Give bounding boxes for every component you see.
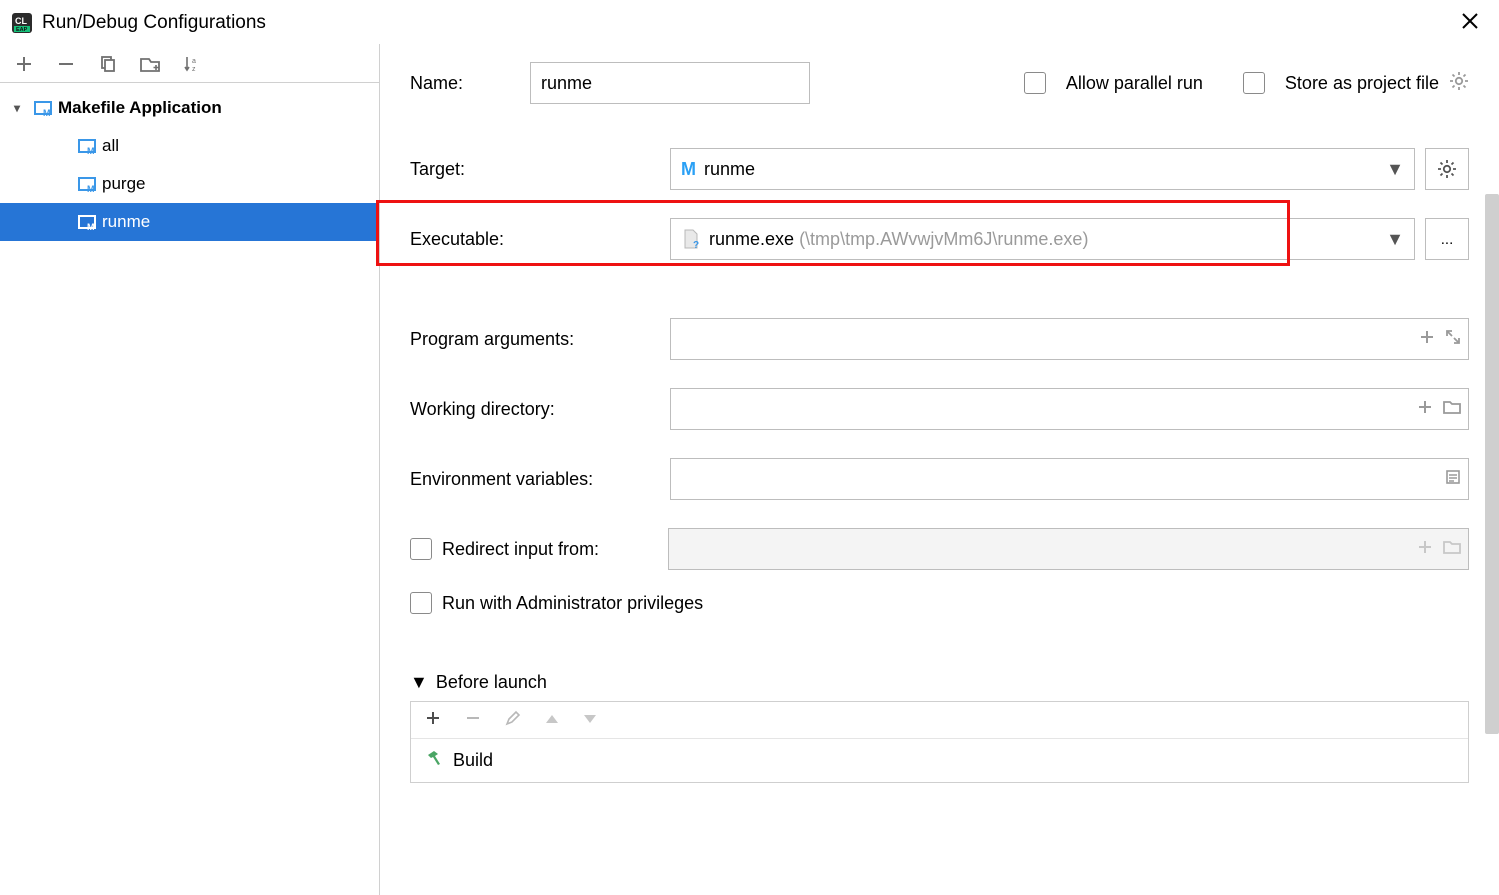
store-project-checkbox[interactable] [1243, 72, 1265, 94]
bl-add-button[interactable] [425, 710, 441, 730]
svg-text:M: M [43, 108, 51, 117]
browse-folder-icon [1443, 538, 1461, 561]
close-button[interactable] [1451, 6, 1489, 40]
insert-macro-button[interactable] [1417, 398, 1433, 421]
target-value: runme [704, 159, 755, 180]
svg-text:M: M [87, 222, 95, 231]
chevron-down-icon: ▼ [1386, 229, 1404, 250]
makefile-icon: M [34, 99, 52, 117]
hammer-icon [425, 749, 443, 772]
program-args-input[interactable] [670, 318, 1469, 360]
redirect-input-label: Redirect input from: [442, 539, 668, 560]
tree-root-makefile[interactable]: ▾ M Makefile Application [0, 89, 379, 127]
bl-remove-button[interactable] [465, 710, 481, 730]
svg-text:M: M [87, 184, 95, 193]
bl-down-button[interactable] [583, 712, 597, 729]
name-input[interactable] [530, 62, 810, 104]
tree-item-label: runme [102, 212, 150, 232]
tree-item-runme[interactable]: M runme [0, 203, 379, 241]
add-config-button[interactable] [14, 54, 34, 74]
bl-edit-button[interactable] [505, 710, 521, 730]
store-project-gear-icon[interactable] [1449, 71, 1469, 95]
working-dir-input[interactable] [670, 388, 1469, 430]
executable-name: runme.exe [709, 229, 794, 250]
makefile-icon: M [78, 213, 96, 231]
executable-label: Executable: [410, 229, 670, 250]
before-launch-item-build[interactable]: Build [411, 739, 1468, 782]
app-icon: CLEAP [10, 11, 34, 35]
target-settings-button[interactable] [1425, 148, 1469, 190]
allow-parallel-label: Allow parallel run [1066, 73, 1203, 94]
expand-caret-icon: ▾ [14, 101, 28, 115]
svg-text:a: a [192, 58, 196, 65]
target-combo[interactable]: M runme ▼ [670, 148, 1415, 190]
svg-text:CL: CL [15, 16, 27, 26]
executable-browse-button[interactable]: ... [1425, 218, 1469, 260]
svg-text:?: ? [693, 240, 699, 249]
collapse-caret-icon: ▼ [410, 672, 428, 693]
program-args-label: Program arguments: [410, 329, 670, 350]
admin-privileges-label: Run with Administrator privileges [442, 593, 703, 614]
store-project-label: Store as project file [1285, 73, 1439, 94]
tree-item-all[interactable]: M all [0, 127, 379, 165]
chevron-down-icon: ▼ [1386, 159, 1404, 180]
titlebar: CLEAP Run/Debug Configurations [0, 0, 1499, 44]
before-launch-header[interactable]: ▼ Before launch [410, 672, 1469, 693]
before-launch-item-label: Build [453, 750, 493, 771]
before-launch-toolbar [411, 702, 1468, 739]
main-form: Name: Allow parallel run Store as projec… [380, 44, 1499, 895]
before-launch-box: Build [410, 701, 1469, 783]
dialog-title: Run/Debug Configurations [42, 12, 1451, 34]
tree-item-purge[interactable]: M purge [0, 165, 379, 203]
sidebar: az ▾ M Makefile Application M all M purg… [0, 44, 380, 895]
bl-up-button[interactable] [545, 712, 559, 729]
target-label: Target: [410, 159, 670, 180]
executable-combo[interactable]: ? runme.exe (\tmp\tmp.AWvwjvMm6J\runme.e… [670, 218, 1415, 260]
allow-parallel-checkbox[interactable] [1024, 72, 1046, 94]
svg-text:z: z [192, 66, 196, 73]
unknown-file-icon: ? [681, 229, 701, 249]
env-vars-label: Environment variables: [410, 469, 670, 490]
makefile-icon: M [78, 175, 96, 193]
scrollbar-thumb[interactable] [1485, 194, 1499, 734]
save-template-button[interactable] [140, 54, 160, 74]
tree-item-label: all [102, 136, 119, 156]
browse-folder-icon[interactable] [1443, 398, 1461, 421]
svg-text:M: M [87, 146, 95, 155]
copy-config-button[interactable] [98, 54, 118, 74]
expand-field-button[interactable] [1445, 328, 1461, 351]
redirect-input-checkbox[interactable] [410, 538, 432, 560]
sidebar-toolbar: az [0, 44, 379, 83]
working-dir-label: Working directory: [410, 399, 670, 420]
redirect-input-field [668, 528, 1469, 570]
sort-az-button[interactable]: az [182, 54, 202, 74]
admin-privileges-checkbox[interactable] [410, 592, 432, 614]
name-label: Name: [410, 73, 500, 94]
tree-item-label: purge [102, 174, 145, 194]
executable-path: (\tmp\tmp.AWvwjvMm6J\runme.exe) [799, 229, 1088, 250]
config-tree: ▾ M Makefile Application M all M purge M… [0, 83, 379, 241]
edit-env-vars-icon[interactable] [1445, 468, 1461, 491]
insert-macro-button [1417, 538, 1433, 561]
env-vars-input[interactable] [670, 458, 1469, 500]
tree-root-label: Makefile Application [58, 98, 222, 118]
makefile-icon: M [78, 137, 96, 155]
before-launch-label: Before launch [436, 672, 547, 693]
makefile-badge-icon: M [681, 159, 696, 180]
insert-macro-button[interactable] [1419, 328, 1435, 351]
remove-config-button[interactable] [56, 54, 76, 74]
svg-text:EAP: EAP [16, 27, 28, 33]
